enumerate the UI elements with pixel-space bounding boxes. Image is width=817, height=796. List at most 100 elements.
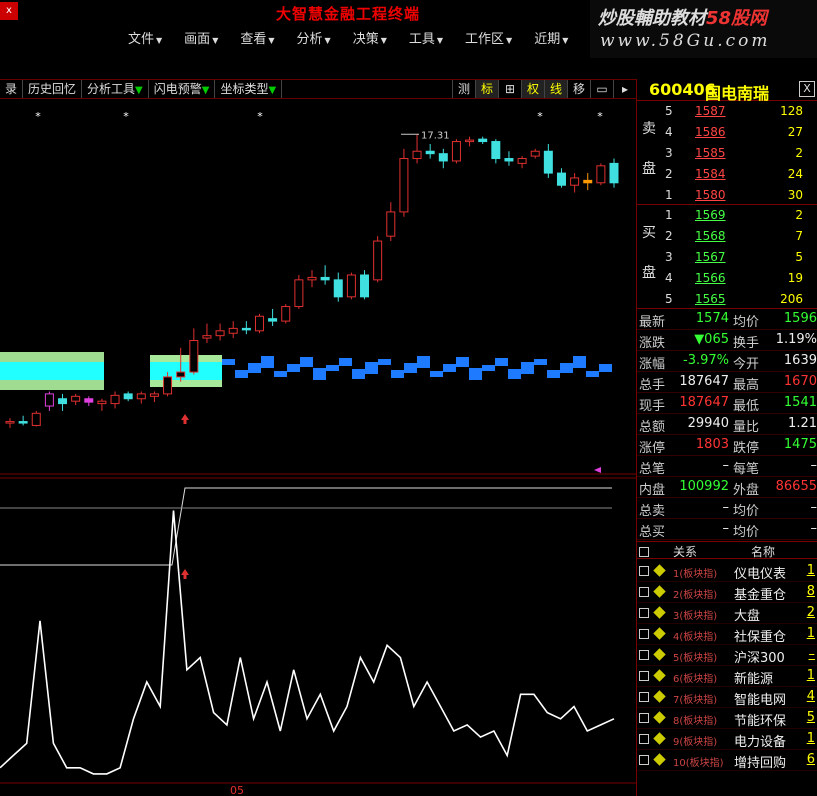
- related-row[interactable]: 7(板块指) 智能电网 4: [637, 687, 817, 708]
- toolbar-item-0[interactable]: 录: [0, 80, 24, 98]
- dropdown-triangle-icon: ▼: [201, 85, 210, 96]
- toolbar-button-6[interactable]: ▭: [590, 80, 613, 98]
- menu-item-0[interactable]: 文件 ▼: [128, 28, 162, 48]
- chevron-down-icon: ▼: [380, 36, 387, 45]
- menu-item-3[interactable]: 分析 ▼: [297, 28, 331, 48]
- candle-body: [110, 394, 120, 405]
- top-bar: x 大智慧金融工程终端 文件 ▼ 画面 ▼ 查看 ▼ 分析 ▼ 决策 ▼ 工具 ▼ 工作区 ▼ 近期 ▼ 炒股…: [0, 0, 817, 78]
- buy-level-row[interactable]: 4 1566 19: [663, 269, 813, 290]
- candle-body: [320, 276, 330, 281]
- sell-level-row[interactable]: 5 1587 128: [663, 102, 813, 123]
- quote-row: 总笔 – 每笔 –: [637, 456, 817, 477]
- menu-item-2[interactable]: 查看 ▼: [240, 28, 274, 48]
- candle-body: [504, 158, 514, 162]
- sell-level-row[interactable]: 4 1586 27: [663, 123, 813, 144]
- toolbar-button-1[interactable]: 标: [475, 80, 498, 98]
- quote-l2: 外盘: [733, 483, 760, 498]
- related-idx: 4(板块指): [673, 632, 718, 643]
- candle-body: [517, 158, 527, 164]
- band-segment: [404, 363, 417, 373]
- related-name: 增持回购: [734, 756, 787, 771]
- row-checkbox[interactable]: [639, 713, 649, 723]
- quote-v2: 1541: [783, 395, 817, 410]
- related-row[interactable]: 10(板块指) 增持回购 6: [637, 750, 817, 771]
- toolbar-button-4[interactable]: 线: [544, 80, 567, 98]
- quote-v1: 187647: [679, 395, 729, 410]
- select-all-checkbox[interactable]: [639, 547, 649, 557]
- band-segment: [599, 364, 612, 372]
- toolbar-button-2[interactable]: ⊞: [498, 80, 521, 98]
- buy-level-row[interactable]: 2 1568 7: [663, 227, 813, 248]
- related-row[interactable]: 9(板块指) 电力设备 1: [637, 729, 817, 750]
- row-checkbox[interactable]: [639, 629, 649, 639]
- row-checkbox[interactable]: [639, 734, 649, 744]
- menu-item-1[interactable]: 画面 ▼: [184, 28, 218, 48]
- menu-item-6[interactable]: 工作区 ▼: [465, 28, 512, 48]
- close-icon[interactable]: X: [799, 81, 815, 97]
- toolbar-item-4[interactable]: 坐标类型▼: [215, 80, 283, 98]
- related-row[interactable]: 8(板块指) 节能环保 5: [637, 708, 817, 729]
- related-row[interactable]: 5(板块指) 沪深300 –: [637, 645, 817, 666]
- candle-body: [399, 158, 409, 213]
- candle-body: [465, 139, 475, 143]
- band-segment: [326, 365, 339, 371]
- chart-area[interactable]: * * * * * 17.31 05: [0, 100, 636, 796]
- row-checkbox[interactable]: [639, 566, 649, 576]
- sell-level: 2: [665, 167, 673, 181]
- col-relation[interactable]: 关系: [673, 543, 697, 560]
- row-checkbox[interactable]: [639, 692, 649, 702]
- quote-l1: 涨跌: [639, 336, 666, 351]
- toolbar-item-2[interactable]: 分析工具▼: [82, 80, 149, 98]
- chevron-down-icon: ▼: [436, 36, 444, 45]
- diamond-icon: [653, 648, 666, 661]
- candle-body: [189, 340, 199, 373]
- sell-price: 1587: [695, 104, 726, 118]
- buy-level-row[interactable]: 3 1567 5: [663, 248, 813, 269]
- buy-label-bottom: 盘: [642, 265, 656, 281]
- menu-item-5[interactable]: 工具 ▼: [409, 28, 443, 48]
- related-row[interactable]: 2(板块指) 基金重仓 8: [637, 582, 817, 603]
- candle-body: [215, 330, 225, 337]
- row-checkbox[interactable]: [639, 650, 649, 660]
- buy-level-row[interactable]: 1 1569 2: [663, 206, 813, 227]
- toolbar-button-7[interactable]: ▸: [613, 80, 636, 98]
- close-button[interactable]: x: [0, 2, 18, 20]
- row-checkbox[interactable]: [639, 671, 649, 681]
- related-row[interactable]: 1(板块指) 仪电仪表 1: [637, 561, 817, 582]
- related-idx: 1(板块指): [673, 569, 718, 580]
- toolbar-button-0[interactable]: 测: [452, 80, 475, 98]
- related-row[interactable]: 4(板块指) 社保重仓 1: [637, 624, 817, 645]
- band-segment: [378, 359, 391, 365]
- row-checkbox[interactable]: [639, 755, 649, 765]
- toolbar-button-3[interactable]: 权: [521, 80, 544, 98]
- chevron-down-icon: ▼: [212, 36, 219, 45]
- sell-level-row[interactable]: 3 1585 2: [663, 144, 813, 165]
- band-segment: [300, 357, 313, 367]
- toolbar-item-3[interactable]: 闪电预警▼: [149, 80, 216, 98]
- quote-v2: 1475: [783, 437, 817, 452]
- sell-price: 1580: [695, 188, 726, 202]
- chevron-down-icon: ▼: [562, 36, 569, 45]
- row-checkbox[interactable]: [639, 587, 649, 597]
- quote-l1: 最新: [639, 315, 666, 330]
- sell-level-row[interactable]: 2 1584 24: [663, 165, 813, 186]
- kline-chart[interactable]: * * * * * 17.31 05: [0, 100, 636, 796]
- toolbar-button-5[interactable]: 移: [567, 80, 590, 98]
- sell-label-top: 卖: [642, 121, 656, 137]
- row-checkbox[interactable]: [639, 608, 649, 618]
- candle-body: [254, 315, 264, 332]
- band-segment: [391, 370, 404, 378]
- related-idx: 3(板块指): [673, 611, 718, 622]
- menu-item-4[interactable]: 决策 ▼: [353, 28, 387, 48]
- menu-item-7[interactable]: 近期 ▼: [534, 28, 568, 48]
- toolbar-item-1[interactable]: 历史回忆: [23, 80, 83, 98]
- sell-level-row[interactable]: 1 1580 30: [663, 186, 813, 207]
- quote-v2: 1670: [783, 374, 817, 389]
- buy-level-row[interactable]: 5 1565 206: [663, 290, 813, 311]
- related-row[interactable]: 6(板块指) 新能源 1: [637, 666, 817, 687]
- col-name[interactable]: 名称: [751, 543, 775, 560]
- band-segment: [534, 359, 547, 365]
- related-row[interactable]: 3(板块指) 大盘 2: [637, 603, 817, 624]
- band-segment: [573, 356, 586, 368]
- buy-volume: 19: [787, 271, 803, 285]
